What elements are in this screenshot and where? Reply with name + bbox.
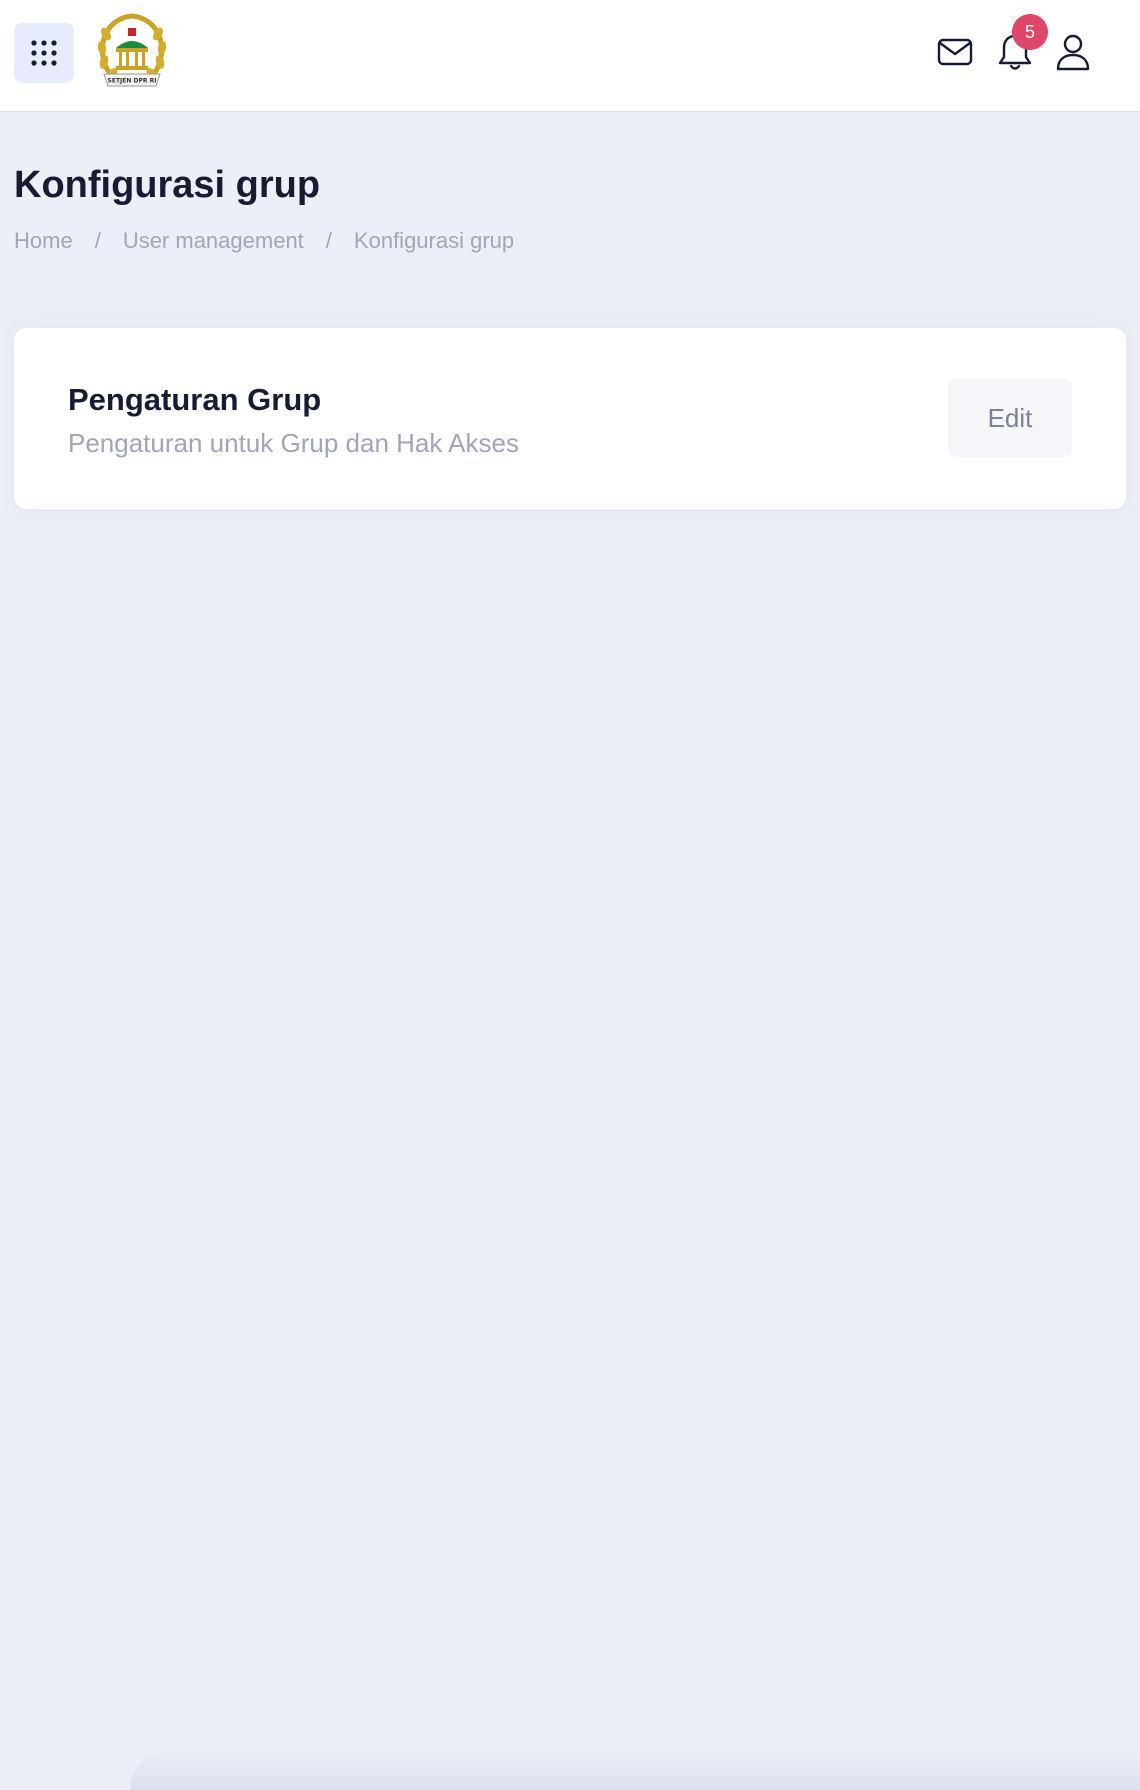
breadcrumb-home[interactable]: Home — [14, 228, 73, 254]
user-menu-button[interactable] — [1053, 32, 1093, 72]
top-bar: SETJEN DPR RI 5 — [0, 0, 1140, 112]
breadcrumb-current: Konfigurasi grup — [353, 228, 515, 253]
edit-button[interactable]: Edit — [948, 379, 1072, 457]
card-title: Pengaturan Grup — [68, 382, 322, 417]
group-settings-card: Pengaturan Grup Pengaturan untuk Grup da… — [14, 328, 1126, 509]
setjen-dpr-logo[interactable]: SETJEN DPR RI — [90, 10, 174, 94]
notification-count-badge: 5 — [1012, 14, 1048, 50]
bottom-shadow — [130, 1750, 1140, 1790]
grid-dots-icon — [31, 40, 57, 66]
breadcrumb-separator: / — [94, 228, 101, 253]
breadcrumb-user-management[interactable]: User management — [123, 228, 304, 254]
breadcrumb-separator: / — [325, 228, 332, 253]
svg-text:SETJEN DPR RI: SETJEN DPR RI — [108, 78, 157, 85]
card-subtitle: Pengaturan untuk Grup dan Hak Akses — [68, 428, 519, 458]
mail-icon — [937, 38, 973, 66]
user-icon — [1056, 34, 1090, 71]
breadcrumb: Home / User management / Konfigurasi gru… — [14, 228, 514, 254]
page-title: Konfigurasi grup — [14, 164, 321, 206]
mail-button[interactable] — [935, 32, 975, 72]
menu-toggle-button[interactable] — [14, 23, 74, 83]
